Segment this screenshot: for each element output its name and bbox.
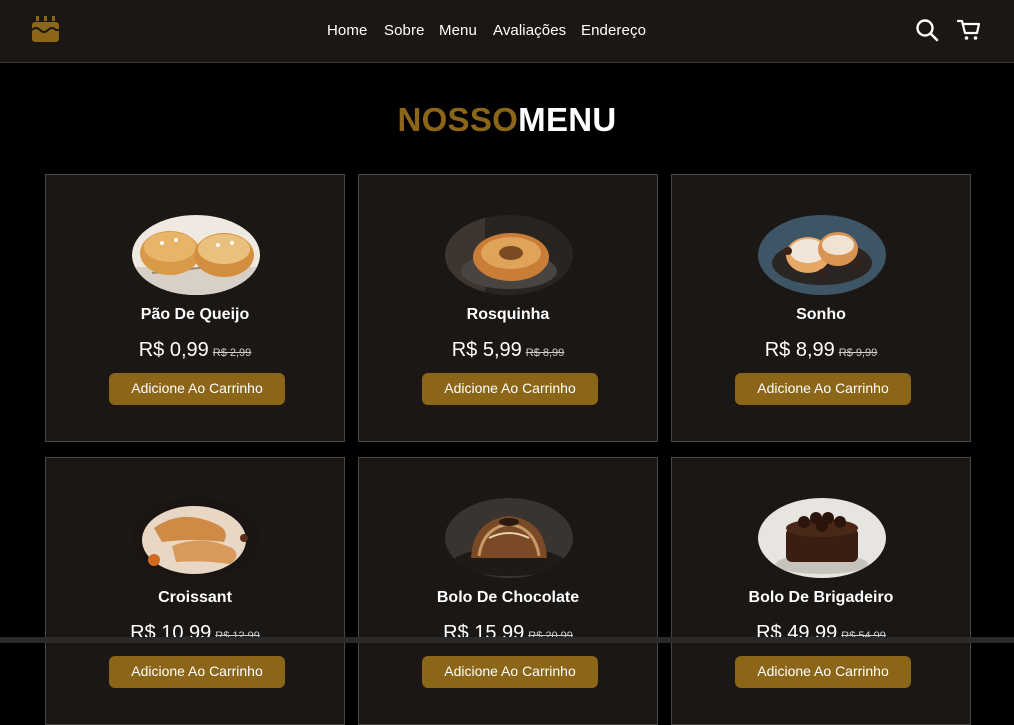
product-image [758, 498, 886, 578]
nav-endereco[interactable]: Endereço [581, 22, 646, 39]
product-card: Rosquinha R$ 5,99 R$ 8,99 Adicione Ao Car… [358, 174, 658, 442]
nav-avaliacoes[interactable]: Avaliações [493, 22, 566, 39]
product-old-price: R$ 9,99 [838, 347, 878, 359]
product-image [445, 215, 573, 295]
menu-title-part2: MENU [518, 101, 617, 138]
nav-menu[interactable]: Menu [439, 22, 477, 39]
product-old-price: R$ 8,99 [525, 347, 565, 359]
product-name: Bolo De Brigadeiro [748, 589, 894, 606]
product-image [132, 498, 260, 578]
product-image [132, 215, 260, 295]
product-price: R$ 8,99 [764, 339, 835, 361]
price-row: R$ 5,99 R$ 8,99 [359, 339, 657, 362]
price-row: R$ 0,99 R$ 2,99 [46, 339, 344, 362]
add-to-cart-button[interactable]: Adicione Ao Carrinho [422, 656, 598, 688]
menu-title: NOSSOMENU [0, 101, 1014, 139]
product-card: Pão De Queijo R$ 0,99 R$ 2,99 Adicione Ao… [45, 174, 345, 442]
product-card: Sonho R$ 8,99 R$ 9,99 Adicione Ao Carrinh… [671, 174, 971, 442]
search-icon[interactable] [915, 18, 939, 42]
product-image [445, 498, 573, 578]
add-to-cart-button[interactable]: Adicione Ao Carrinho [735, 373, 911, 405]
product-old-price: R$ 2,99 [212, 347, 252, 359]
add-to-cart-button[interactable]: Adicione Ao Carrinho [109, 656, 285, 688]
product-name: Pão De Queijo [140, 306, 250, 323]
product-price: R$ 5,99 [451, 339, 522, 361]
product-name: Bolo De Chocolate [436, 589, 580, 606]
site-header: Home Sobre Menu Avaliações Endereço [0, 0, 1014, 63]
nav-sobre[interactable]: Sobre [384, 22, 425, 39]
horizontal-scrollbar[interactable] [0, 637, 1014, 643]
product-price: R$ 0,99 [138, 339, 209, 361]
product-image [758, 215, 886, 295]
product-name: Croissant [158, 589, 232, 606]
product-name: Sonho [796, 306, 846, 323]
product-card: Bolo De Brigadeiro R$ 49,99 R$ 54,99 Adic… [671, 457, 971, 725]
add-to-cart-button[interactable]: Adicione Ao Carrinho [422, 373, 598, 405]
price-row: R$ 8,99 R$ 9,99 [672, 339, 970, 362]
add-to-cart-button[interactable]: Adicione Ao Carrinho [109, 373, 285, 405]
menu-title-part1: NOSSO [397, 101, 519, 138]
cart-icon[interactable] [957, 18, 981, 42]
product-card: Croissant R$ 10,99 R$ 12,99 Adicione Ao C… [45, 457, 345, 725]
nav-home[interactable]: Home [327, 22, 367, 39]
product-card: Bolo De Chocolate R$ 15,99 R$ 20,99 Adici… [358, 457, 658, 725]
main-nav: Home Sobre Menu Avaliações Endereço [0, 0, 1014, 62]
product-name: Rosquinha [466, 306, 550, 323]
add-to-cart-button[interactable]: Adicione Ao Carrinho [735, 656, 911, 688]
